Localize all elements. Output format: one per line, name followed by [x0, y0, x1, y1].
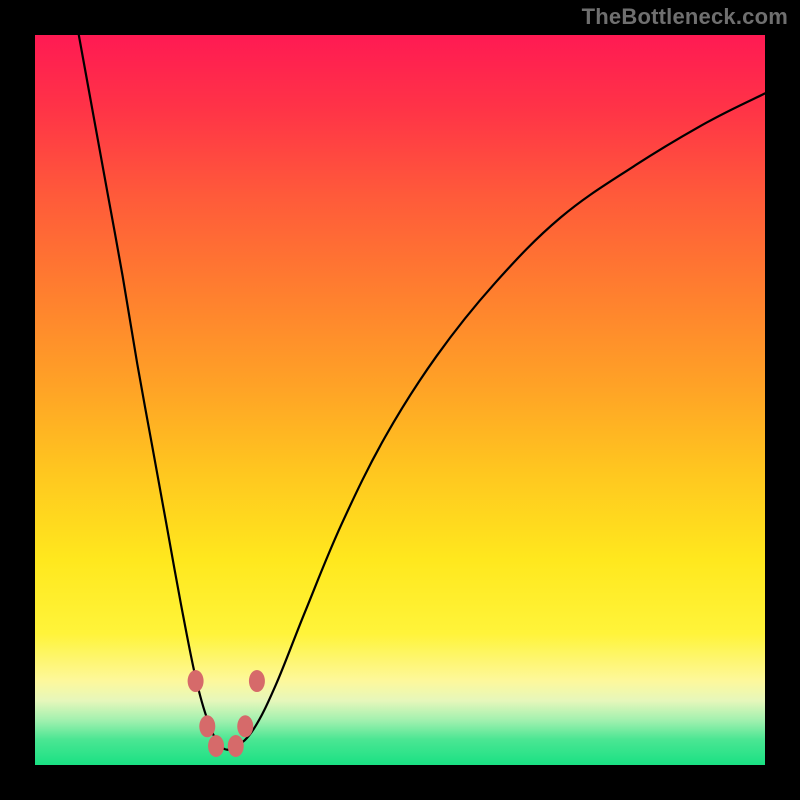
outer-frame: TheBottleneck.com: [0, 0, 800, 800]
marker-left-lower: [199, 715, 215, 737]
plot-area: [35, 35, 765, 765]
marker-bottom-right: [228, 735, 244, 757]
curve-markers: [188, 670, 265, 757]
marker-right-lower: [237, 715, 253, 737]
marker-bottom-left: [208, 735, 224, 757]
chart-layer: [35, 35, 765, 765]
marker-left-upper: [188, 670, 204, 692]
bottleneck-curve: [79, 35, 765, 750]
watermark-label: TheBottleneck.com: [582, 4, 788, 30]
marker-right-upper: [249, 670, 265, 692]
